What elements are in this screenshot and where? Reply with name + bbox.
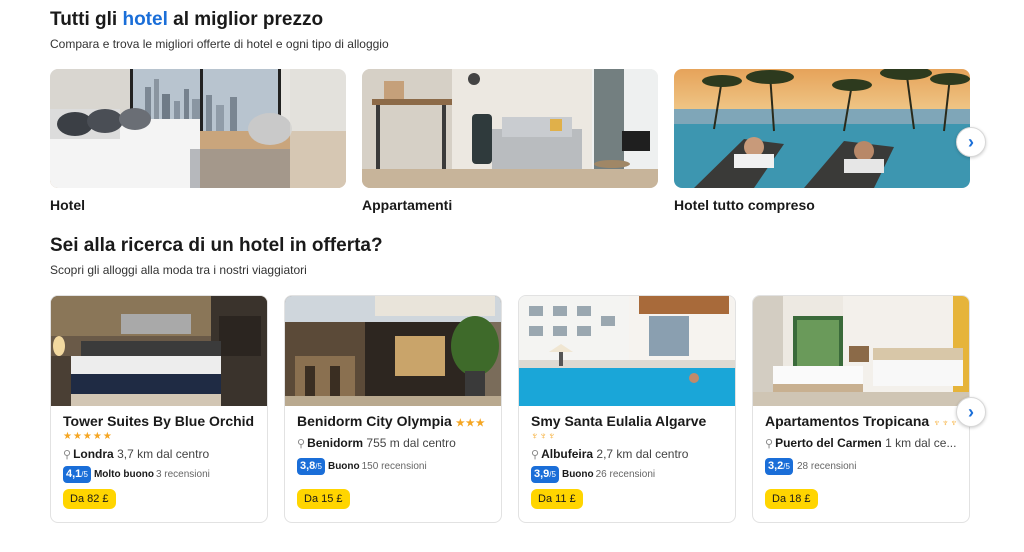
price-badge[interactable]: Da 15 £ [297, 489, 350, 509]
section-title-hotels: Tutti gli hotel al miglior prezzo [50, 9, 323, 31]
hotel-card[interactable]: Apartamentos Tropicana ♆♆♆ ⚲ Puerto del Ca… [752, 295, 970, 523]
review-count: 26 recensioni [595, 469, 656, 480]
hotel-location: ⚲ Londra 3,7 km dal centro [63, 447, 255, 463]
review-count: 150 recensioni [361, 461, 427, 472]
hotel-name[interactable]: Tower Suites By Blue Orchid [63, 412, 255, 430]
carousel-next-button[interactable]: › [956, 127, 986, 157]
rating-word: Buono [561, 469, 594, 480]
hotel-location: ⚲ Puerto del Carmen 1 km dal ce... [765, 436, 957, 452]
hotel-location: ⚲ Benidorm 755 m dal centro [297, 436, 489, 452]
hotel-rating: 3,2/5 28 recensioni [765, 458, 957, 475]
title-highlight-link[interactable]: hotel [122, 9, 167, 30]
location-pin-icon: ⚲ [297, 438, 306, 450]
category-card-apartments[interactable]: Appartamenti [362, 69, 658, 213]
hotel-city: Londra [73, 447, 114, 461]
hotel-city: Benidorm [307, 436, 364, 450]
section-subtitle-offers: Scopri gli alloggi alla moda tra i nostr… [50, 263, 307, 277]
hotel-distance: 1 km dal ce... [881, 436, 957, 450]
hotel-location: ⚲ Albufeira 2,7 km dal centro [531, 447, 723, 463]
hotel-name[interactable]: Smy Santa Eulalia Algarve [531, 412, 723, 430]
hotel-name[interactable]: Apartamentos Tropicana ♆♆♆ [765, 412, 957, 431]
hotel-image [285, 296, 501, 406]
location-pin-icon: ⚲ [531, 449, 540, 461]
hotel-stars: ★★★★★ [63, 431, 113, 442]
category-image-apartments [362, 69, 658, 188]
hotel-rating: 3,8/5 Buono 150 recensioni [297, 458, 489, 475]
category-image-all-inclusive [674, 69, 970, 188]
category-card-all-inclusive[interactable]: Hotel tutto compreso [674, 69, 970, 213]
hotel-image [51, 296, 267, 406]
section-subtitle-hotels: Compara e trova le migliori offerte di h… [50, 37, 389, 51]
hotel-city: Albufeira [541, 447, 594, 461]
review-count: 28 recensioni [796, 461, 857, 472]
title-prefix: Tutti gli [50, 9, 123, 30]
hotel-city: Puerto del Carmen [775, 436, 882, 450]
location-pin-icon: ⚲ [765, 438, 774, 450]
hotel-card[interactable]: Tower Suites By Blue Orchid ★★★★★ ⚲ Londr… [50, 295, 268, 523]
rating-badge: 3,2/5 [765, 458, 793, 475]
price-badge[interactable]: Da 11 £ [531, 489, 583, 509]
hotel-name[interactable]: Benidorm City Olympia ★★★ [297, 412, 489, 431]
hotel-keys-rating: ♆♆♆ [531, 431, 557, 442]
hotel-distance: 755 m dal centro [363, 436, 456, 450]
hotel-rating: 4,1/5 Molto buono 3 recensioni [63, 466, 255, 483]
rating-badge: 3,9/5 [531, 466, 559, 483]
rating-badge: 3,8/5 [297, 458, 325, 475]
section-title-offers: Sei alla ricerca di un hotel in offerta? [50, 235, 383, 256]
hotel-distance: 2,7 km dal centro [593, 447, 689, 461]
carousel-next-button[interactable]: › [956, 397, 986, 427]
hotel-keys-rating: ♆♆♆ [933, 418, 957, 429]
title-suffix: al miglior prezzo [167, 9, 324, 30]
hotel-card[interactable]: Benidorm City Olympia ★★★ ⚲ Benidorm 755 m… [284, 295, 502, 523]
rating-word: Molto buono [93, 469, 154, 480]
hotel-card[interactable]: Smy Santa Eulalia Algarve ♆♆♆ ⚲ Albufeira… [518, 295, 736, 523]
category-card-hotel[interactable]: Hotel [50, 69, 346, 213]
review-count: 3 recensioni [155, 469, 210, 480]
category-label: Hotel tutto compreso [674, 197, 815, 213]
hotel-image [753, 296, 969, 406]
hotel-stars: ★★★ [455, 418, 486, 429]
hotel-image [519, 296, 735, 406]
hotel-rating: 3,9/5 Buono 26 recensioni [531, 466, 723, 483]
chevron-right-icon: › [968, 131, 974, 152]
rating-badge: 4,1/5 [63, 466, 91, 483]
rating-word: Buono [327, 461, 360, 472]
category-label: Appartamenti [362, 197, 453, 213]
chevron-right-icon: › [968, 401, 974, 422]
location-pin-icon: ⚲ [63, 449, 72, 461]
category-label: Hotel [50, 197, 85, 213]
category-image-hotel [50, 69, 346, 188]
hotel-distance: 3,7 km dal centro [113, 447, 210, 461]
price-badge[interactable]: Da 18 £ [765, 489, 818, 509]
price-badge[interactable]: Da 82 £ [63, 489, 116, 509]
